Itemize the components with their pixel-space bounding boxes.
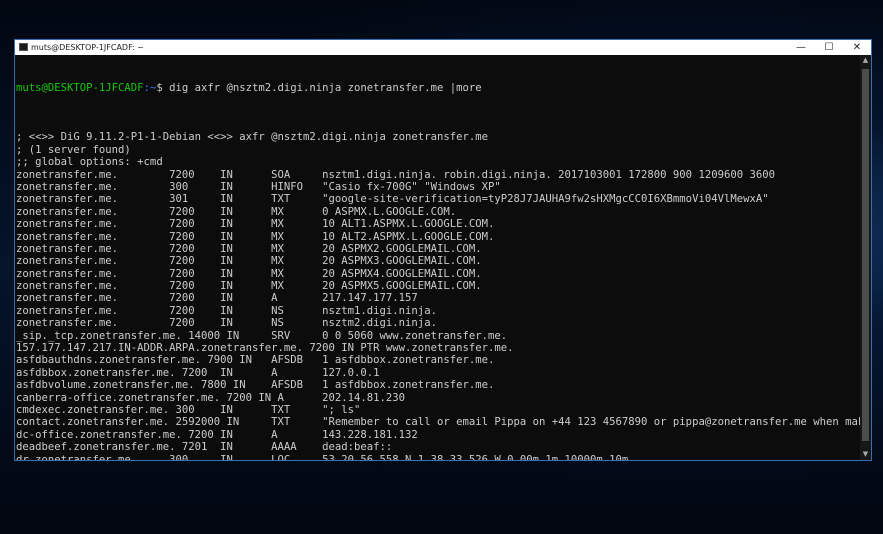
terminal-app-icon [19, 43, 28, 51]
output-line: canberra-office.zonetransfer.me. 7200 IN… [16, 391, 406, 404]
scroll-up-arrow-icon[interactable]: ▲ [860, 55, 871, 66]
output-line: cmdexec.zonetransfer.me. 300 IN TXT "; l… [16, 404, 361, 416]
maximize-button[interactable]: ☐ [815, 40, 843, 55]
prompt-command: $ dig axfr @nsztm2.digi.ninja zonetransf… [156, 81, 482, 94]
output-line: 157.177.147.217.IN-ADDR.ARPA.zonetransfe… [16, 342, 514, 355]
output-line: zonetransfer.me. 301 IN TXT "google-site… [16, 193, 769, 206]
output-line: zonetransfer.me. 7200 IN MX 20 ASPMX2.GO… [16, 242, 482, 255]
output-line: asfdbbox.zonetransfer.me. 7200 IN A 127.… [16, 366, 380, 379]
output-line: dr.zonetransfer.me. 300 IN LOC 53 20 56.… [16, 453, 629, 460]
minimize-button[interactable]: — [787, 40, 815, 55]
scrollbar-thumb[interactable] [862, 69, 869, 441]
vertical-scrollbar[interactable]: ▲ ▼ [860, 55, 871, 460]
terminal-output[interactable]: muts@DESKTOP-1JFCADF:~$ dig axfr @nsztm2… [15, 55, 860, 460]
prompt-user: muts@DESKTOP-1JFCADF [16, 81, 144, 94]
scroll-down-arrow-icon[interactable]: ▼ [860, 449, 871, 460]
prompt-line: muts@DESKTOP-1JFCADF:~$ dig axfr @nsztm2… [16, 82, 860, 94]
window-title: muts@DESKTOP-1JFCADF: ~ [31, 43, 144, 52]
output-line: ;; global options: +cmd [16, 156, 163, 169]
output-line: zonetransfer.me. 7200 IN MX 20 ASPMX4.GO… [16, 267, 482, 280]
output-line: zonetransfer.me. 7200 IN SOA nsztm1.digi… [16, 168, 775, 181]
title-bar[interactable]: muts@DESKTOP-1JFCADF: ~ — ☐ ✕ [15, 40, 871, 55]
output-line: zonetransfer.me. 7200 IN MX 10 ALT2.ASPM… [16, 230, 495, 243]
output-line: ; <<>> DiG 9.11.2-P1-1-Debian <<>> axfr … [16, 131, 488, 144]
output-line: zonetransfer.me. 7200 IN MX 10 ALT1.ASPM… [16, 218, 495, 231]
output-line: zonetransfer.me. 300 IN HINFO "Casio fx-… [16, 180, 501, 193]
output-line: asfdbauthdns.zonetransfer.me. 7900 IN AF… [16, 354, 495, 367]
output-line: deadbeef.zonetransfer.me. 7201 IN AAAA d… [16, 441, 393, 454]
output-line: ; (1 server found) [16, 143, 131, 156]
output-line: zonetransfer.me. 7200 IN NS nsztm1.digi.… [16, 304, 437, 317]
output-line: asfdbvolume.zonetransfer.me. 7800 IN AFS… [16, 379, 495, 392]
output-line: dc-office.zonetransfer.me. 7200 IN A 143… [16, 428, 418, 441]
output-line: zonetransfer.me. 7200 IN A 217.147.177.1… [16, 292, 418, 305]
output-line: zonetransfer.me. 7200 IN NS nsztm2.digi.… [16, 317, 437, 330]
terminal-window[interactable]: muts@DESKTOP-1JFCADF: ~ — ☐ ✕ muts@DESKT… [14, 39, 872, 461]
output-line: contact.zonetransfer.me. 2592000 IN TXT … [16, 416, 860, 429]
output-line: zonetransfer.me. 7200 IN MX 0 ASPMX.L.GO… [16, 205, 457, 218]
close-button[interactable]: ✕ [843, 40, 871, 55]
prompt-path: :~ [143, 81, 157, 94]
output-line: zonetransfer.me. 7200 IN MX 20 ASPMX5.GO… [16, 280, 482, 293]
output-line: _sip._tcp.zonetransfer.me. 14000 IN SRV … [16, 329, 508, 342]
output-line: zonetransfer.me. 7200 IN MX 20 ASPMX3.GO… [16, 255, 482, 268]
